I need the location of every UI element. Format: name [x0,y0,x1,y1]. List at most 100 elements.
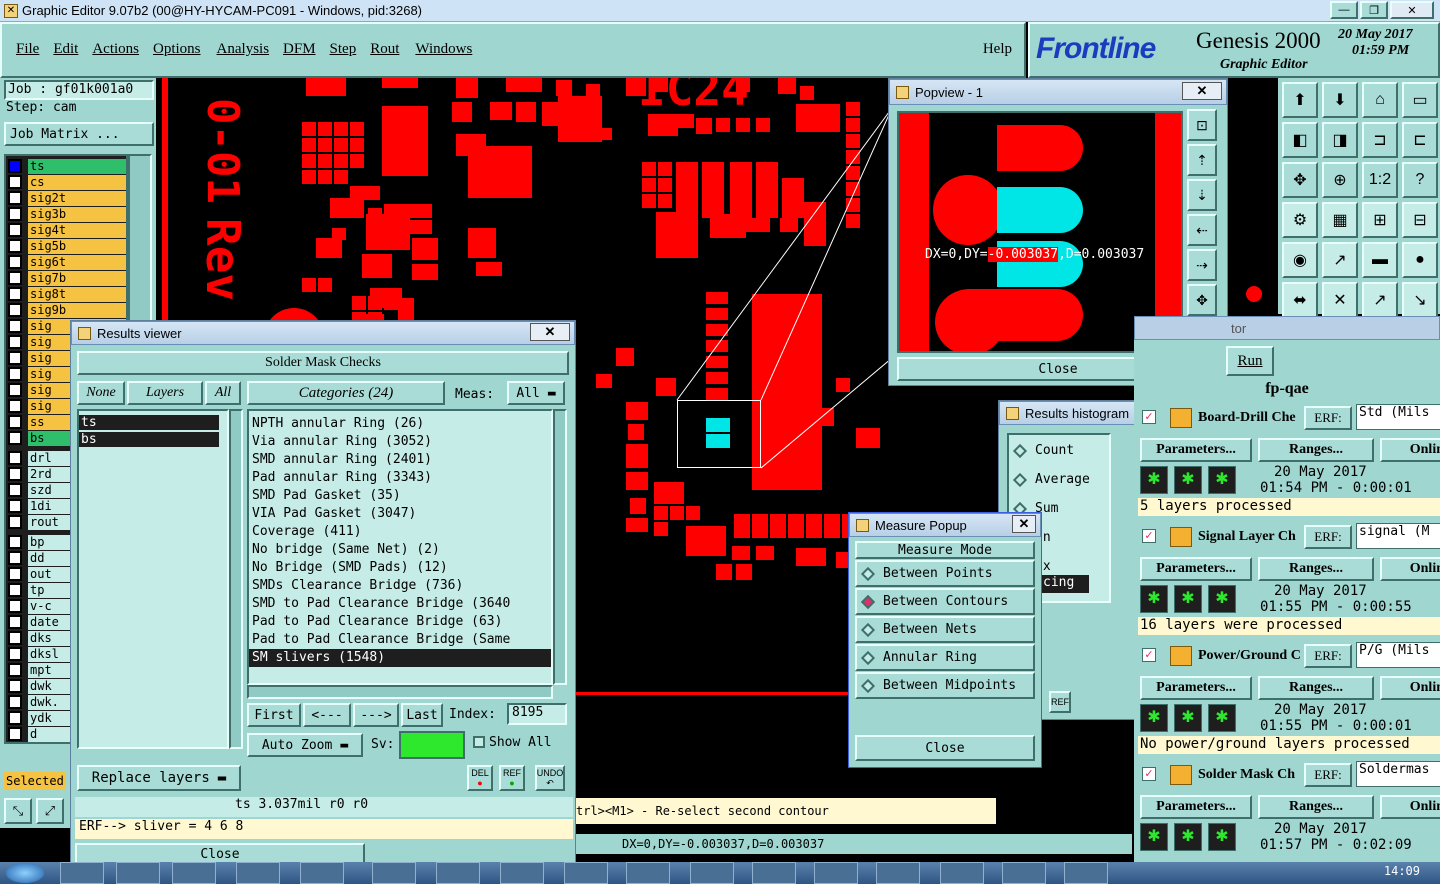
toolbox-button[interactable]: ⬆ [1282,82,1318,118]
toolbox-button[interactable]: ⌂ [1362,82,1398,118]
layer-checkbox[interactable] [8,239,22,253]
taskbar-app-8[interactable] [500,862,544,884]
run-action-icon[interactable]: ✱ [1140,823,1168,851]
layer-name[interactable]: sig3b [28,206,126,222]
taskbar-app-6[interactable] [372,862,416,884]
layer-checkbox[interactable] [8,415,22,429]
measure-mode-option[interactable]: Between Contours [855,588,1035,615]
toolbox-button[interactable]: ▭ [1402,82,1438,118]
popview-tool-button[interactable]: ⇢ [1187,249,1217,281]
categories-scrollbar[interactable] [553,409,567,685]
layer-checkbox[interactable] [8,631,22,645]
toolbox-button[interactable]: ⊟ [1402,202,1438,238]
taskbar-app-2[interactable] [116,862,160,884]
results-viewer-close-icon[interactable]: ✕ [530,323,570,341]
taskbar-app-15[interactable] [940,862,984,884]
layer-checkbox[interactable] [8,695,22,709]
layer-name[interactable]: sig5b [28,238,126,254]
taskbar-app-9[interactable] [564,862,608,884]
layer-checkbox[interactable] [8,663,22,677]
category-item[interactable]: Pad to Pad Clearance Bridge (63) [249,613,551,631]
layer-checkbox[interactable] [8,271,22,285]
layer-checkbox[interactable] [8,727,22,741]
layer-checkbox[interactable] [8,159,22,173]
toolbox-button[interactable]: ⊕ [1322,162,1358,198]
category-item[interactable]: SMD to Pad Clearance Bridge (3640 [249,595,551,613]
result-layer-bs[interactable]: bs [79,432,219,447]
index-field[interactable]: 8195 [507,703,567,725]
online-button[interactable]: Onlin [1380,795,1440,819]
ref-button[interactable]: REF ● [499,765,525,791]
taskbar-app-1[interactable] [60,862,104,884]
none-button[interactable]: None [77,381,125,405]
popview-tool-button[interactable]: ⇠ [1187,214,1217,246]
parameters-button[interactable]: Parameters... [1140,676,1252,700]
erf-field[interactable]: P/G (Mils [1356,642,1440,668]
parameters-button[interactable]: Parameters... [1140,557,1252,581]
layer-row[interactable]: cs [8,174,126,190]
taskbar-app-12[interactable] [752,862,796,884]
layer-row[interactable]: sig9b [8,302,126,318]
layer-results-list[interactable]: ts bs [77,409,229,749]
layers-button[interactable]: Layers [127,381,203,405]
taskbar-app-14[interactable] [876,862,920,884]
categories-hscrollbar[interactable] [247,685,553,699]
toolbox-button[interactable]: ? [1402,162,1438,198]
toolbox-button[interactable]: ⊞ [1362,202,1398,238]
minimize-button[interactable]: — [1330,1,1358,19]
measure-mode-option[interactable]: Annular Ring [855,644,1035,671]
layer-checkbox[interactable] [8,583,22,597]
category-item[interactable]: SMD annular Ring (2401) [249,451,551,469]
layer-checkbox[interactable] [8,483,22,497]
prev-button[interactable]: <--- [303,703,351,727]
menu-step[interactable]: Step [330,41,357,58]
online-button[interactable]: Onlin [1380,676,1440,700]
popview-tool-button[interactable]: ⇣ [1187,179,1217,211]
maximize-button[interactable]: ❐ [1360,1,1388,19]
toolbox-button[interactable]: ⊐ [1362,122,1398,158]
histogram-ref-button[interactable]: REF [1049,691,1071,713]
menu-help[interactable]: Help [983,41,1012,58]
menu-options[interactable]: Options [153,41,201,58]
layer-checkbox[interactable] [8,515,22,529]
run-action-icon[interactable]: ✱ [1174,823,1202,851]
layer-checkbox[interactable] [8,647,22,661]
layer-row[interactable]: sig7b [8,270,126,286]
category-item[interactable]: SMD Pad Gasket (35) [249,487,551,505]
online-button[interactable]: Onlin [1380,557,1440,581]
layer-checkbox[interactable] [8,399,22,413]
layer-checkbox[interactable] [8,499,22,513]
ranges-button[interactable]: Ranges... [1258,438,1374,462]
category-item[interactable]: Pad to Pad Clearance Bridge (Same [249,631,551,649]
category-item[interactable]: Coverage (411) [249,523,551,541]
job-matrix-button[interactable]: Job Matrix ... [4,122,154,146]
measure-close-button[interactable]: Close [855,735,1035,761]
category-item[interactable]: SMDs Clearance Bridge (736) [249,577,551,595]
measure-mode-option[interactable]: Between Points [855,560,1035,587]
erf-field[interactable]: Soldermas [1356,761,1440,787]
measure-mode-option[interactable]: Between Nets [855,616,1035,643]
run-action-icon[interactable]: ✱ [1174,585,1202,613]
meas-select[interactable]: All ▬ [507,381,565,405]
layer-row[interactable]: sig3b [8,206,126,222]
start-button[interactable] [6,863,44,883]
run-action-icon[interactable]: ✱ [1208,704,1236,732]
next-button[interactable]: ---> [353,703,399,727]
layer-name[interactable]: sig7b [28,270,126,286]
erf-field[interactable]: Std (Mils [1356,404,1440,430]
taskbar-app-17[interactable] [1064,862,1108,884]
layer-row[interactable]: sig6t [8,254,126,270]
layer-checkbox[interactable] [8,535,22,549]
check-enabled-checkbox[interactable]: ✓ [1142,410,1156,424]
check-enabled-checkbox[interactable]: ✓ [1142,529,1156,543]
layer-row[interactable]: sig5b [8,238,126,254]
erf-field[interactable]: signal (M [1356,523,1440,549]
layer-checkbox[interactable] [8,319,22,333]
categories-list[interactable]: NPTH annular Ring (26) Via annular Ring (… [247,409,553,685]
taskbar-app-11[interactable] [690,862,734,884]
layer-row[interactable]: sig4t [8,222,126,238]
toolbox-button[interactable]: ✕ [1322,282,1358,318]
run-action-icon[interactable]: ✱ [1140,585,1168,613]
layer-name[interactable]: sig8t [28,286,126,302]
category-item[interactable]: VIA Pad Gasket (3047) [249,505,551,523]
